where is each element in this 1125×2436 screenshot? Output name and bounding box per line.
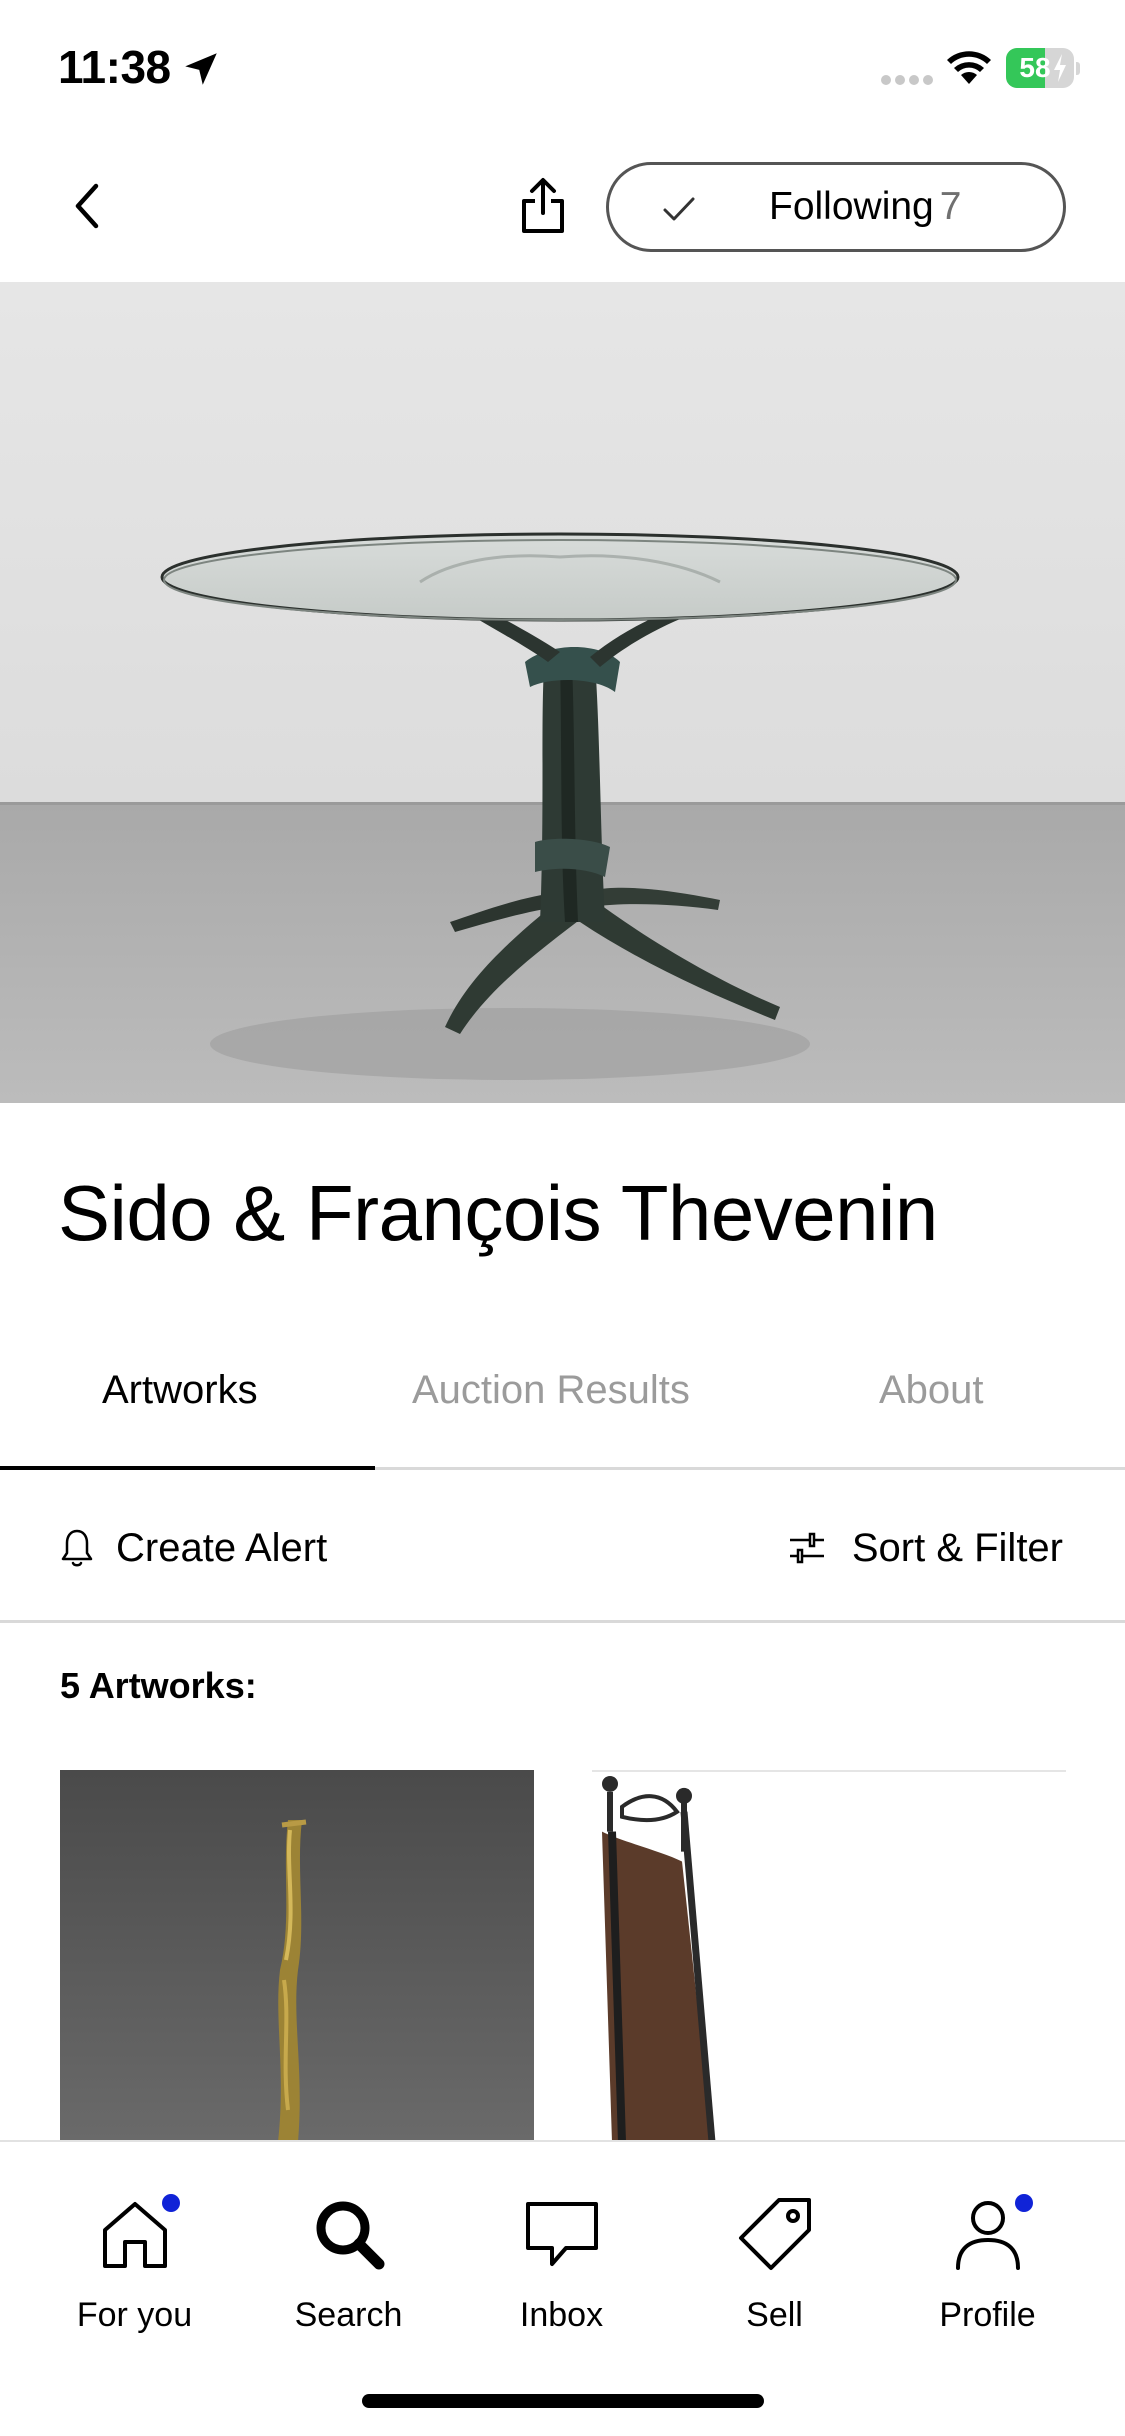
tab-bar-sell[interactable]: Sell <box>662 2142 887 2352</box>
artist-hero-image <box>0 282 1125 1103</box>
follower-count: 7 <box>939 185 962 228</box>
artist-name: Sido & François Thevenin <box>58 1169 938 1257</box>
notification-badge <box>1015 2194 1033 2212</box>
artwork-thumbnail[interactable] <box>592 1770 1066 2142</box>
create-alert-label: Create Alert <box>116 1525 328 1570</box>
bottom-tab-bar: For you Search Inbox Sell Profile <box>0 2140 1125 2436</box>
share-button[interactable] <box>510 170 576 242</box>
artwork-thumbnail[interactable] <box>60 1770 534 2142</box>
tab-bar-profile[interactable]: Profile <box>875 2142 1100 2352</box>
location-arrow-icon <box>185 53 217 85</box>
bell-icon <box>61 1529 93 1567</box>
following-button[interactable]: Following 7 <box>606 162 1066 252</box>
artist-tabs: Artworks Auction Results About <box>0 1320 1125 1470</box>
active-tab-indicator <box>0 1466 375 1470</box>
status-time: 11:38 <box>58 41 171 93</box>
tab-bar-label: Profile <box>939 2296 1036 2334</box>
tab-bar-search[interactable]: Search <box>236 2142 461 2352</box>
tab-bar-label: Sell <box>746 2296 803 2334</box>
share-icon <box>522 178 564 233</box>
artwork-actions: Create Alert Sort & Filter <box>0 1473 1125 1623</box>
tab-bar-for-you[interactable]: For you <box>22 2142 247 2352</box>
wifi-icon <box>947 51 991 84</box>
tab-bar-label: Search <box>294 2296 403 2334</box>
chevron-left-icon <box>75 183 99 229</box>
tab-bar-label: For you <box>76 2296 193 2334</box>
home-indicator <box>362 2394 764 2408</box>
charging-bolt-icon <box>1054 54 1066 82</box>
tag-icon <box>738 2198 811 2270</box>
search-icon <box>316 2201 384 2270</box>
sort-filter-label: Sort & Filter <box>851 1525 1063 1570</box>
notification-badge <box>162 2194 180 2212</box>
tab-auction-results[interactable]: Auction Results <box>412 1368 690 1413</box>
cellular-signal-icon <box>881 75 933 85</box>
artwork-count: 5 Artworks: <box>60 1665 257 1706</box>
tab-about[interactable]: About <box>879 1368 984 1413</box>
following-label: Following 7 <box>769 165 961 249</box>
checkmark-icon <box>663 197 695 221</box>
inbox-icon <box>525 2202 598 2266</box>
tab-bar-inbox[interactable]: Inbox <box>449 2142 674 2352</box>
status-bar: 11:38 58 <box>0 0 1125 140</box>
tab-bar-label: Inbox <box>519 2296 604 2334</box>
back-button[interactable] <box>58 176 118 236</box>
sort-filter-button[interactable]: Sort & Filter <box>788 1523 1063 1573</box>
following-text: Following <box>769 185 934 228</box>
tab-artworks[interactable]: Artworks <box>102 1368 258 1413</box>
top-navigation: Following 7 <box>0 140 1125 280</box>
battery-indicator: 58 <box>1006 48 1080 88</box>
create-alert-button[interactable]: Create Alert <box>60 1523 327 1573</box>
filter-sliders-icon <box>789 1532 824 1564</box>
